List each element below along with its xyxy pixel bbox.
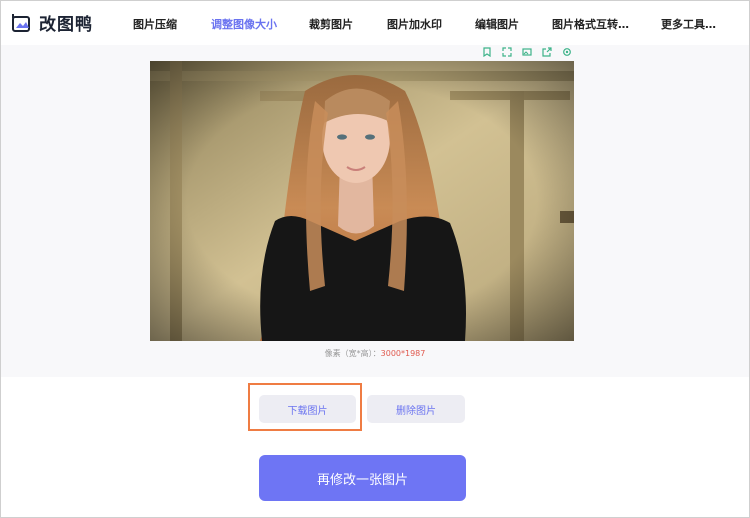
pixel-dimensions-value: 3000*1987 bbox=[380, 349, 426, 358]
settings-icon[interactable] bbox=[558, 45, 576, 59]
nav-edit-image[interactable]: 编辑图片 bbox=[475, 16, 519, 32]
nav-crop-image[interactable]: 裁剪图片 bbox=[309, 16, 353, 32]
bookmark-icon[interactable] bbox=[478, 45, 496, 59]
delete-button[interactable]: 删除图片 bbox=[367, 395, 465, 423]
nav-more-tools[interactable]: 更多工具… bbox=[661, 16, 716, 32]
download-button[interactable]: 下载图片 bbox=[259, 395, 356, 423]
pixel-dimensions-label: 像素（宽*高）： bbox=[324, 349, 381, 358]
top-nav: 改图鸭 图片压缩 调整图像大小 裁剪图片 图片加水印 编辑图片 图片格式互转… … bbox=[1, 1, 749, 45]
image-logo-icon bbox=[12, 13, 30, 32]
image-icon[interactable] bbox=[518, 45, 536, 59]
fullscreen-icon[interactable] bbox=[498, 45, 516, 59]
modify-another-button[interactable]: 再修改一张图片 bbox=[259, 455, 466, 501]
nav-add-watermark[interactable]: 图片加水印 bbox=[387, 16, 442, 32]
preview-image bbox=[150, 61, 574, 341]
nav-format-convert[interactable]: 图片格式互转… bbox=[552, 16, 629, 32]
nav-resize-image[interactable]: 调整图像大小 bbox=[211, 16, 277, 32]
brand-logo[interactable]: 改图鸭 bbox=[11, 10, 93, 35]
share-icon[interactable] bbox=[538, 45, 556, 59]
nav-image-compress[interactable]: 图片压缩 bbox=[133, 16, 177, 32]
pixel-dimensions: 像素（宽*高）：3000*1987 bbox=[0, 348, 750, 359]
brand-name: 改图鸭 bbox=[39, 15, 93, 35]
preview-toolbar bbox=[478, 45, 578, 59]
